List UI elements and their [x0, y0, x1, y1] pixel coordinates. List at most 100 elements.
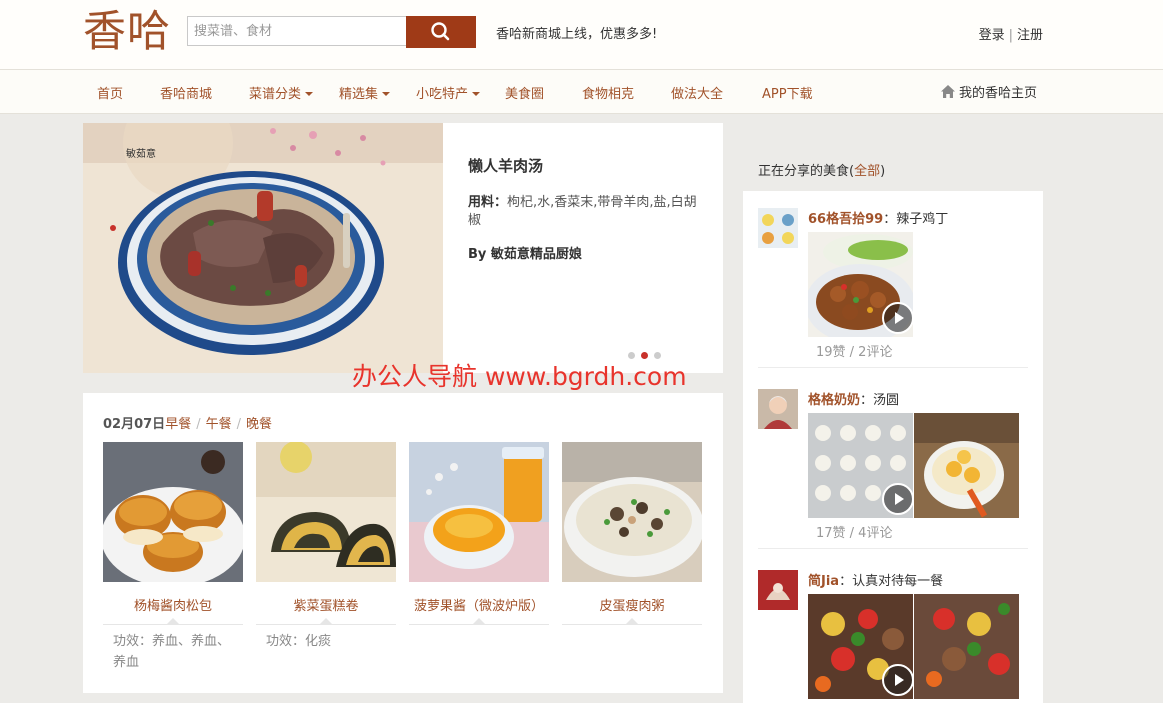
featured-recipe-photo[interactable]: 敏茹意	[83, 123, 443, 373]
share-user[interactable]: 格格奶奶	[808, 393, 860, 408]
meal-photo[interactable]	[256, 442, 396, 582]
nav-label: 首页	[97, 87, 124, 102]
featured-recipe-author[interactable]: By 敏茹意精品厨娘	[468, 243, 582, 262]
share-divider	[758, 367, 1028, 368]
main-nav: 首页 香哈商城 菜谱分类 精选集 小吃特产 美食圈 食物相克 做法大全 APP下…	[0, 69, 1163, 114]
share-photo[interactable]	[808, 232, 913, 337]
share-user[interactable]: 66格吾拾99	[808, 212, 883, 227]
share-title[interactable]: 格格奶奶：汤圆	[808, 389, 899, 408]
share-colon: ：	[839, 574, 853, 589]
nav-label: 小吃特产	[416, 87, 469, 102]
meal-name[interactable]: 皮蛋瘦肉粥	[562, 595, 702, 614]
card-divider	[562, 618, 702, 625]
play-video-icon[interactable]	[882, 302, 913, 334]
share-photo[interactable]	[914, 594, 1019, 699]
meal-card[interactable]: 菠萝果酱（微波炉版）	[409, 442, 549, 631]
share-photo[interactable]	[808, 594, 913, 699]
nav-recipes-all[interactable]: 做法大全	[671, 83, 723, 102]
nav-food-conflicts[interactable]: 食物相克	[582, 83, 634, 102]
register-link[interactable]: 注册	[1017, 28, 1043, 43]
nav-mall[interactable]: 香哈商城	[160, 83, 212, 102]
search-bar	[187, 16, 476, 48]
card-divider	[103, 618, 243, 625]
tab-dinner[interactable]: 晚餐	[246, 417, 272, 432]
nav-label: 香哈商城	[160, 87, 213, 102]
sidebar-title-end: )	[880, 164, 886, 179]
meal-card[interactable]: 紫菜蛋糕卷 功效：化痰	[256, 442, 396, 652]
share-dish[interactable]: 认真对待每一餐	[852, 574, 943, 589]
daily-date: 02月07日	[103, 417, 166, 432]
card-divider	[409, 618, 549, 625]
site-watermark: 办公人导航 www.bgrdh.com	[352, 362, 687, 391]
nav-app-download[interactable]: APP下载	[762, 83, 813, 102]
share-stats: 17赞 / 4评论	[816, 526, 893, 541]
share-dish[interactable]: 汤圆	[873, 393, 899, 408]
avatar[interactable]	[758, 570, 798, 610]
photo-watermark-caption: 敏茹意	[126, 149, 156, 160]
search-input[interactable]	[187, 16, 406, 46]
sidebar-title-text: 正在分享的美食(	[758, 164, 855, 179]
chevron-down-icon	[382, 92, 391, 96]
avatar[interactable]	[758, 389, 798, 429]
nav-collections[interactable]: 精选集	[339, 83, 391, 102]
featured-recipe-slider[interactable]: 敏茹意 懒人羊肉汤 用料：枸杞,水,香菜末,带骨羊肉,盐,白胡椒 By 敏茹意精…	[83, 123, 723, 373]
card-divider	[256, 618, 396, 625]
play-video-icon[interactable]	[882, 664, 913, 696]
nav-label: 美食圈	[505, 87, 545, 102]
meal-card[interactable]: 杨梅酱肉松包 功效：养血、养血、养血	[103, 442, 243, 673]
meal-effect: 功效：化痰	[266, 634, 332, 649]
share-dish[interactable]: 辣子鸡丁	[896, 212, 948, 227]
share-photo[interactable]	[808, 413, 913, 518]
meal-card[interactable]: 皮蛋瘦肉粥	[562, 442, 702, 631]
share-user[interactable]: 简Jia	[808, 574, 839, 589]
featured-recipe-title[interactable]: 懒人羊肉汤	[468, 155, 543, 176]
share-divider	[758, 548, 1028, 549]
announcement-link[interactable]: 香哈新商城上线，优惠多多!	[496, 23, 657, 42]
login-link[interactable]: 登录	[979, 28, 1005, 43]
my-homepage-link[interactable]: 我的香哈主页	[940, 82, 1037, 101]
nav-label: 菜谱分类	[249, 87, 302, 102]
top-header: 香哈 香哈新商城上线，优惠多多! 登录| 注册	[0, 0, 1163, 69]
tab-lunch[interactable]: 午餐	[206, 417, 232, 432]
share-title[interactable]: 66格吾拾99：辣子鸡丁	[808, 208, 948, 227]
meal-effect: 功效：养血、养血、养血	[113, 634, 231, 670]
ingredients-label: 用料：	[468, 195, 508, 210]
meal-photo[interactable]	[409, 442, 549, 582]
share-photo[interactable]	[914, 413, 1019, 518]
meal-photo[interactable]	[562, 442, 702, 582]
view-all-link[interactable]: 全部	[854, 164, 880, 179]
daily-meals-panel: 02月07日早餐 / 午餐 / 晚餐 杨梅酱肉松包 功效：养血、养血、养血 紫菜…	[83, 393, 723, 693]
auth-links: 登录 | 注册	[979, 24, 1043, 43]
lamb-soup-illustration	[83, 123, 443, 373]
nav-label: 食物相克	[582, 87, 635, 102]
nav-food-circle[interactable]: 美食圈	[505, 83, 544, 102]
meal-name[interactable]: 紫菜蛋糕卷	[256, 595, 396, 614]
tab-breakfast[interactable]: 早餐	[165, 417, 191, 432]
sidebar-header: 正在分享的美食(全部)	[743, 143, 1043, 191]
share-colon: ：	[883, 212, 897, 227]
home-link-label: 我的香哈主页	[959, 86, 1038, 101]
meal-name[interactable]: 菠萝果酱（微波炉版）	[409, 595, 549, 614]
site-logo[interactable]: 香哈	[83, 6, 171, 58]
chevron-down-icon	[472, 92, 481, 96]
nav-label: 精选集	[339, 87, 379, 102]
daily-meals-header: 02月07日早餐 / 午餐 / 晚餐	[103, 417, 273, 432]
nav-home[interactable]: 首页	[97, 83, 123, 102]
nav-label: APP下载	[762, 87, 813, 102]
share-colon: ：	[860, 393, 874, 408]
sidebar-title: 正在分享的美食(全部)	[758, 160, 885, 179]
share-title[interactable]: 简Jia：认真对待每一餐	[808, 570, 943, 589]
nav-recipe-categories[interactable]: 菜谱分类	[249, 83, 314, 102]
search-icon	[431, 22, 450, 41]
meal-name[interactable]: 杨梅酱肉松包	[103, 595, 243, 614]
home-icon	[941, 85, 955, 98]
play-video-icon[interactable]	[882, 483, 913, 515]
auth-divider: |	[1008, 28, 1013, 43]
avatar[interactable]	[758, 208, 798, 248]
chevron-down-icon	[305, 92, 314, 96]
meal-photo[interactable]	[103, 442, 243, 582]
nav-snacks[interactable]: 小吃特产	[416, 83, 481, 102]
sharing-sidebar: 正在分享的美食(全部) 66格吾拾99：辣子鸡丁 19赞 / 2评论 格格奶奶：…	[743, 143, 1043, 703]
featured-recipe-ingredients: 用料：枸杞,水,香菜末,带骨羊肉,盐,白胡椒	[468, 194, 700, 230]
search-button[interactable]	[406, 16, 476, 48]
